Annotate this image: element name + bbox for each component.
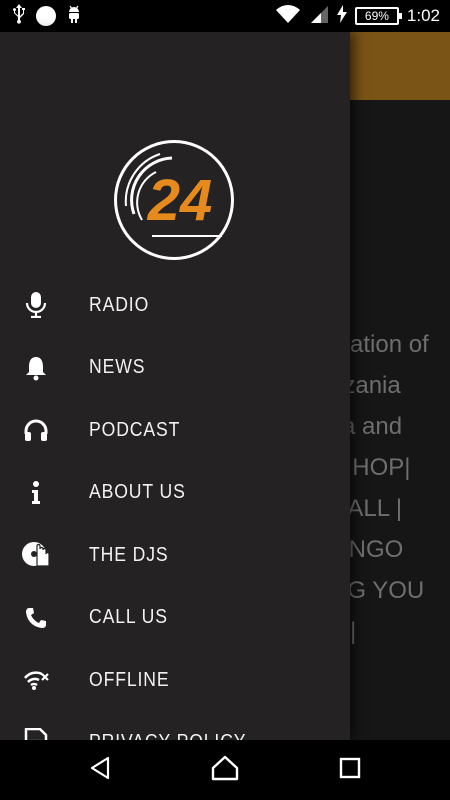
drawer-item-label: RADIO	[89, 293, 150, 316]
drawer-item-label: NEWS	[89, 356, 146, 379]
logo-text: 24	[147, 168, 213, 233]
back-button[interactable]	[80, 754, 120, 786]
drawer-item-label: ABOUT US	[89, 481, 186, 504]
battery-indicator: 69%	[354, 7, 402, 25]
status-bar-notifications	[12, 4, 82, 28]
drawer-item-label: PODCAST	[89, 418, 181, 441]
drawer-item-the-djs[interactable]: THE DJS	[0, 524, 350, 587]
info-icon	[20, 477, 52, 509]
drawer-item-label: OFFLINE	[89, 668, 170, 691]
notification-dot-icon	[36, 6, 56, 26]
home-button[interactable]	[205, 754, 245, 786]
drawer-item-podcast[interactable]: PODCAST	[0, 399, 350, 462]
microphone-icon	[20, 289, 52, 321]
status-bar: 69% 1:02	[0, 0, 450, 32]
drawer-item-offline[interactable]: OFFLINE	[0, 649, 350, 712]
recents-icon	[339, 757, 361, 783]
drawer-item-label: CALL US	[89, 606, 168, 629]
back-icon	[88, 756, 112, 784]
app-logo: 24	[110, 136, 240, 264]
status-bar-system: 69% 1:02	[275, 4, 440, 28]
android-icon	[66, 4, 82, 28]
navigation-bar	[0, 740, 450, 800]
wifi-off-icon	[20, 664, 52, 696]
drawer-menu: RADIO NEWS PODCAST ABOUT US THE DJS CALL…	[0, 274, 350, 774]
drawer-item-about-us[interactable]: ABOUT US	[0, 462, 350, 525]
drawer-item-news[interactable]: NEWS	[0, 337, 350, 400]
bell-icon	[20, 352, 52, 384]
wifi-icon	[275, 4, 301, 28]
drawer-item-radio[interactable]: RADIO	[0, 274, 350, 337]
recents-button[interactable]	[330, 754, 370, 786]
phone-icon	[20, 602, 52, 634]
drawer-item-call-us[interactable]: CALL US	[0, 587, 350, 650]
charging-icon	[336, 5, 347, 27]
usb-icon	[12, 4, 26, 28]
navigation-drawer: 24 RADIO NEWS PODCAST ABOUT US THE DJS C…	[0, 32, 350, 758]
drawer-item-label: THE DJS	[89, 543, 169, 566]
signal-icon	[309, 4, 329, 28]
headphones-icon	[20, 414, 52, 446]
dj-hand-icon	[20, 539, 52, 571]
home-icon	[211, 755, 239, 785]
clock: 1:02	[406, 6, 440, 25]
